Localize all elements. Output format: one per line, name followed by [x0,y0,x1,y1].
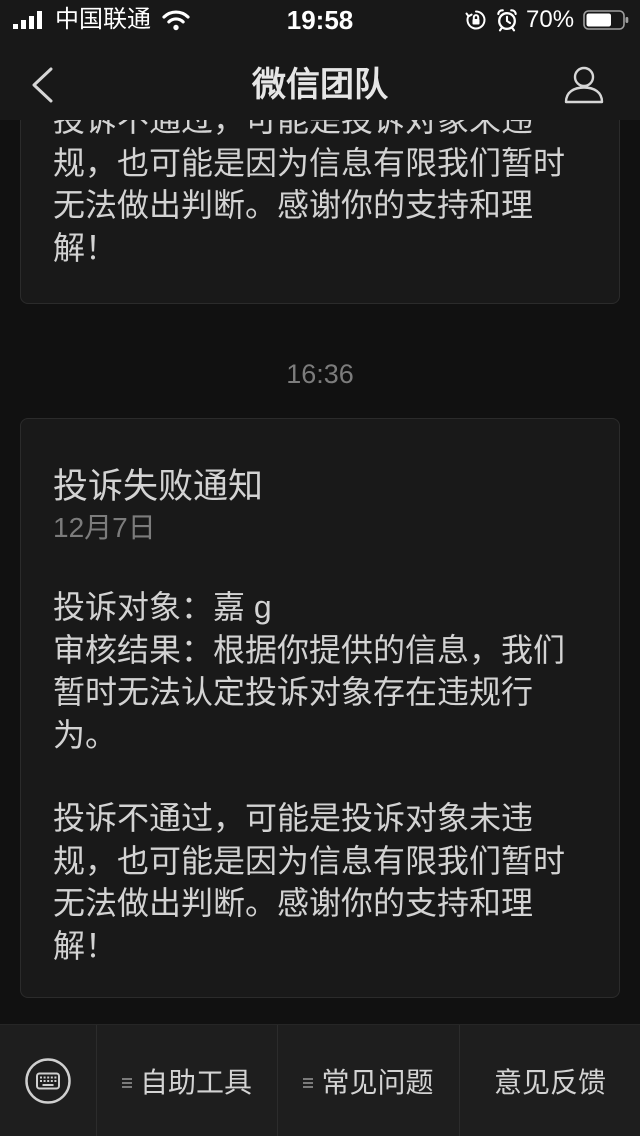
notice-detail: 投诉对象：嘉 g 审核结果：根据你提供的信息，我们 暂时无法认定投诉对象存在违规… [53,586,585,756]
message-line: 无法做出判断。感谢你的支持和理 [53,187,534,223]
battery-fill [586,13,611,27]
clock-time: 19:58 [286,5,354,35]
signal-icon [13,11,42,29]
previous-message-card[interactable]: 投诉不通过，可能是投诉对象未违 规，也可能是因为信息有限我们暂时 无法做出判断。… [20,120,620,304]
message-line: 解！ [53,927,118,964]
submenu-list-icon [303,1077,314,1088]
message-line: 投诉不通过，可能是投诉对象未违 [53,800,534,836]
submenu-list-icon [121,1077,132,1088]
page-title: 微信团队 [252,66,388,104]
alarm-icon [497,9,517,32]
review-result-line: 暂时无法认定投诉对象存在违规行 [53,674,534,710]
message-feed[interactable]: 投诉不通过，可能是投诉对象未违 规，也可能是因为信息有限我们暂时 无法做出判断。… [0,120,640,1024]
menu-item-self-service-tools[interactable]: 自助工具 [96,1025,277,1136]
carrier-name: 中国联通 [55,6,151,33]
person-icon [564,66,604,104]
menu-item-label: 自助工具 [139,1066,252,1098]
menu-item-feedback[interactable]: 意见反馈 [459,1025,640,1136]
battery-percentage: 70% [526,6,575,33]
notice-note: 投诉不通过，可能是投诉对象未违 规，也可能是因为信息有限我们暂时 无法做出判断。… [53,797,585,967]
status-bar: 中国联通 19:58 70% [0,0,640,40]
chevron-left-icon [32,67,53,103]
message-line: 规，也可能是因为信息有限我们暂时 [53,842,566,879]
notice-date: 12月7日 [53,512,156,543]
keyboard-icon [25,1057,71,1104]
message-line: 投诉不通过，可能是投诉对象未违 [53,120,534,138]
bottom-menu-bar: 自助工具 常见问题 意见反馈 [0,1024,640,1136]
notice-title: 投诉失败通知 [53,467,264,506]
back-button[interactable] [18,60,68,110]
account-profile-button[interactable] [558,60,610,110]
menu-item-label: 常见问题 [321,1066,434,1098]
orientation-lock-icon [465,10,486,30]
top-bar: 中国联通 19:58 70% 微信团队 [0,0,640,120]
menu-item-faq[interactable]: 常见问题 [277,1025,459,1136]
message-line: 无法做出判断。感谢你的支持和理 [53,885,534,921]
wifi-icon [162,10,190,31]
review-result-line: 为。 [53,716,118,753]
message-line: 解！ [53,229,118,266]
menu-item-label: 意见反馈 [493,1066,606,1098]
message-line: 规，也可能是因为信息有限我们暂时 [53,144,566,181]
complaint-target: 投诉对象：嘉 g [53,589,272,625]
message-timestamp: 16:36 [286,359,354,389]
review-result-line: 审核结果：根据你提供的信息，我们 [53,631,566,668]
battery-icon [583,10,629,30]
complaint-failed-notice-card[interactable]: 投诉失败通知 12月7日 投诉对象：嘉 g 审核结果：根据你提供的信息，我们 暂… [20,418,620,998]
keyboard-toggle-button[interactable] [0,1025,96,1136]
navigation-bar: 微信团队 [0,40,640,120]
